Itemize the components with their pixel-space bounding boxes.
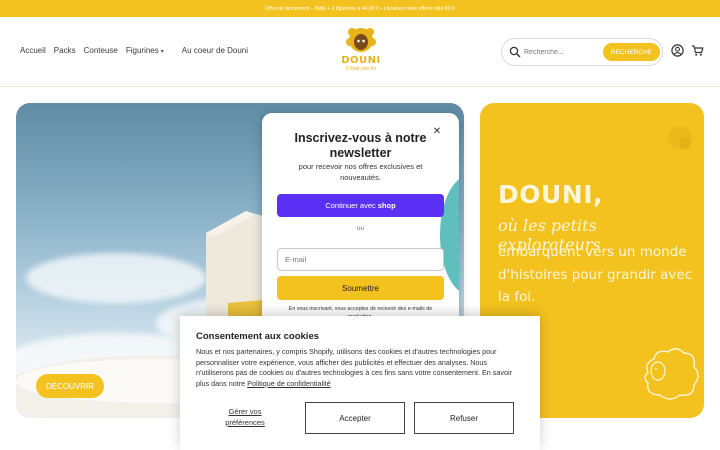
newsletter-subtitle: pour recevoir nos offres exclusives et n… bbox=[298, 162, 423, 182]
logo-tagline: Il était une foi bbox=[346, 66, 376, 72]
cookie-body-text: Nous et nos partenaires, y compris Shopi… bbox=[196, 347, 512, 388]
cart-icon[interactable] bbox=[691, 44, 704, 57]
submit-button[interactable]: Soumettre bbox=[277, 276, 444, 300]
logo-wordmark: DOUNI bbox=[341, 55, 381, 66]
cookie-consent-banner: Consentement aux cookies Nous et nos par… bbox=[180, 316, 540, 450]
discover-button[interactable]: DÉCOUVRIR bbox=[36, 374, 104, 398]
accept-button[interactable]: Accepter bbox=[305, 402, 405, 434]
or-divider: ou bbox=[356, 225, 365, 232]
promo-text: embarquent vers un monde d'histoires pou… bbox=[498, 244, 693, 305]
shop-button-prefix: Continuer avec bbox=[325, 201, 376, 210]
search-button[interactable]: RECHERCHE bbox=[603, 43, 660, 61]
search-box: RECHERCHE bbox=[501, 38, 663, 66]
newsletter-modal: ✕ Inscrivez-vous à notre newsletter pour… bbox=[262, 113, 459, 336]
nav-item-accueil[interactable]: Accueil bbox=[20, 46, 46, 55]
nav-item-figurines[interactable]: Figurines ▾ bbox=[126, 46, 164, 55]
nav-item-packs[interactable]: Packs bbox=[54, 46, 76, 55]
site-header: Accueil Packs Conteuse Figurines ▾ Au coe… bbox=[0, 17, 720, 87]
promo-brand: DOUNI, bbox=[498, 180, 604, 209]
shop-button-brand: shop bbox=[377, 201, 396, 210]
nav-item-figurines-label: Figurines bbox=[125, 46, 159, 55]
logo[interactable]: DOUNI Il était une foi bbox=[336, 26, 386, 82]
nav-item-au-coeur[interactable]: Au coeur de Douni bbox=[182, 46, 248, 55]
announcement-bar: Offre de lancement – Bébi + 2 figurines … bbox=[0, 0, 720, 17]
search-icon[interactable] bbox=[509, 46, 521, 58]
sheep-outline-icon bbox=[644, 348, 699, 400]
cookie-body: Nous et nos partenaires, y compris Shopi… bbox=[196, 347, 526, 389]
continue-with-shop-button[interactable]: Continuer avec shop bbox=[277, 194, 444, 217]
nav-spacer bbox=[172, 46, 174, 55]
newsletter-title: Inscrivez-vous à notre newsletter bbox=[294, 131, 427, 160]
cookie-title: Consentement aux cookies bbox=[196, 331, 320, 342]
sheep-logo-icon bbox=[346, 26, 376, 54]
email-field[interactable] bbox=[277, 248, 444, 271]
refuse-button[interactable]: Refuser bbox=[414, 402, 514, 434]
announcement-text: Offre de lancement – Bébi + 2 figurines … bbox=[265, 5, 455, 12]
nav-item-conteuse[interactable]: Conteuse bbox=[84, 46, 118, 55]
chevron-down-icon: ▾ bbox=[160, 49, 164, 55]
search-input[interactable] bbox=[524, 45, 600, 60]
main-nav: Accueil Packs Conteuse Figurines ▾ Au coe… bbox=[20, 46, 248, 55]
privacy-policy-link[interactable]: Politique de confidentialité bbox=[247, 379, 331, 388]
manage-preferences-link[interactable]: Gérer vos préférences bbox=[210, 406, 280, 428]
user-icon[interactable] bbox=[671, 44, 684, 57]
